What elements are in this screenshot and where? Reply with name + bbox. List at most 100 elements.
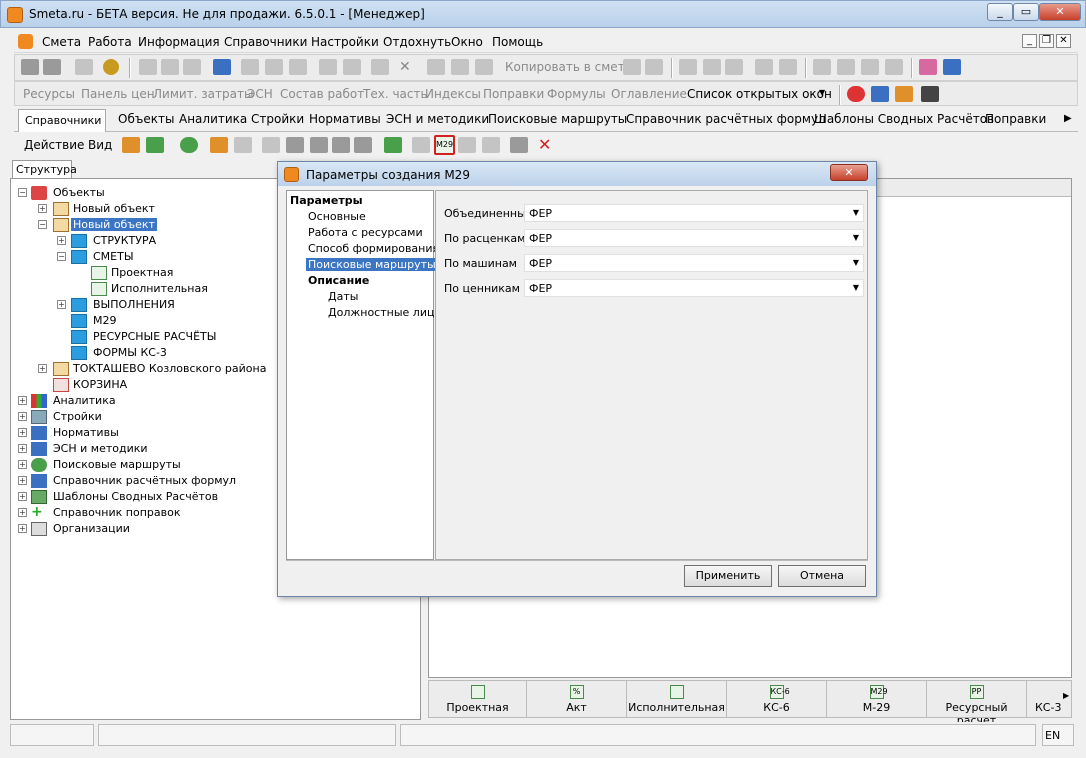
tree-item-esn[interactable]: ЭСН и методики (53, 442, 148, 455)
action-menu[interactable]: Действие (24, 138, 84, 152)
sort2-icon[interactable] (779, 59, 797, 75)
expand-toggle[interactable]: + (18, 460, 27, 469)
tree-item-rabota[interactable]: Работа с ресурсами (308, 226, 423, 239)
tab-stroyki[interactable]: Стройки (251, 112, 304, 126)
car-dark-icon[interactable] (921, 86, 939, 102)
expand-toggle[interactable]: + (18, 412, 27, 421)
menu-rabota[interactable]: Работа (88, 35, 132, 49)
tree-item-spravochnik-formul[interactable]: Справочник расчётных формул (53, 474, 236, 487)
m29-create-icon[interactable]: М29 (434, 135, 455, 155)
tree-item-proektnaya[interactable]: Проектная (111, 266, 173, 279)
add-icon[interactable] (475, 59, 493, 75)
block2-icon[interactable] (310, 137, 328, 153)
percent-icon[interactable] (412, 137, 430, 153)
btab-m29[interactable]: М29 М-29 (827, 681, 927, 717)
expand-toggle[interactable]: + (57, 300, 66, 309)
truck-icon[interactable] (343, 59, 361, 75)
tree-item-vypolneniya[interactable]: ВЫПОЛНЕНИЯ (93, 298, 175, 311)
minimize-button[interactable]: _ (987, 3, 1013, 21)
cancel-button[interactable]: Отмена (778, 565, 866, 587)
open-windows-dropdown[interactable]: Список открытых окон (687, 87, 832, 101)
menu-otdohnut[interactable]: Отдохнуть (383, 35, 451, 49)
tb-formuly[interactable]: Формулы (547, 87, 606, 101)
expand-toggle[interactable]: + (18, 428, 27, 437)
edit-icon[interactable] (371, 59, 389, 75)
menu-informaciya[interactable]: Информация (138, 35, 220, 49)
objects-icon[interactable] (234, 137, 252, 153)
menu-okno[interactable]: Окно (451, 35, 483, 49)
resource-icon[interactable] (679, 59, 697, 75)
save-all-icon[interactable] (161, 59, 179, 75)
tb-resursy[interactable]: Ресурсы (23, 87, 75, 101)
grid-icon[interactable] (703, 59, 721, 75)
new-act-icon[interactable] (384, 137, 402, 153)
machines-select[interactable]: ФЕР ▼ (524, 254, 864, 272)
tree-item-daty[interactable]: Даты (328, 290, 358, 303)
tb-tehchast[interactable]: Тех. часть (363, 87, 428, 101)
tab-spravochniki[interactable]: Справочники (18, 109, 106, 132)
calc-icon[interactable] (75, 59, 93, 75)
indent2-icon[interactable] (837, 59, 855, 75)
tree-item-resursnye[interactable]: РЕСУРСНЫЕ РАСЧЁТЫ (93, 330, 216, 343)
list-outdent-icon[interactable] (289, 59, 307, 75)
sort-icon[interactable] (755, 59, 773, 75)
undo-icon[interactable] (183, 59, 201, 75)
mdi-restore-button[interactable]: ❐ (1039, 34, 1054, 48)
menu-nastroyki[interactable]: Настройки (311, 35, 379, 49)
tb-indeksy[interactable]: Индексы (425, 87, 481, 101)
tree-item-poisk[interactable]: Поисковые маршруты (53, 458, 181, 471)
tree-item-ispolnitelnaya[interactable]: Исполнительная (111, 282, 208, 295)
view-menu[interactable]: Вид (88, 138, 112, 152)
tree-item-m29[interactable]: М29 (93, 314, 117, 327)
tree-item-stroyki[interactable]: Стройки (53, 410, 102, 423)
car-icon[interactable] (319, 59, 337, 75)
tree-item-formy[interactable]: ФОРМЫ КС-3 (93, 346, 167, 359)
expand-toggle[interactable]: + (18, 508, 27, 517)
block-icon[interactable] (286, 137, 304, 153)
language-indicator[interactable]: EN (1042, 724, 1074, 746)
tree-item-organizacii[interactable]: Организации (53, 522, 130, 535)
tree-item-smety[interactable]: СМЕТЫ (93, 250, 134, 263)
tab-normativy[interactable]: Нормативы (309, 112, 381, 126)
expand-toggle[interactable]: − (57, 252, 66, 261)
tree-item-popravki[interactable]: Справочник поправок (53, 506, 180, 519)
refresh-icon[interactable] (213, 59, 231, 75)
tree-item-object-selected[interactable]: Новый объект (71, 218, 157, 231)
ks3-icon[interactable] (482, 137, 500, 153)
tree-item-korzina[interactable]: КОРЗИНА (73, 378, 127, 391)
tree-item-analitika[interactable]: Аналитика (53, 394, 116, 407)
tab-obekty[interactable]: Объекты (118, 112, 174, 126)
book-icon[interactable] (919, 59, 937, 75)
tree-item-parametry[interactable]: Параметры (290, 194, 363, 207)
arrow-up-icon[interactable] (332, 137, 350, 153)
apply-button[interactable]: Применить (684, 565, 772, 587)
tb-oglavlenie[interactable]: Оглавление (611, 87, 687, 101)
tree-item-objects[interactable]: Объекты (53, 186, 105, 199)
rates-select[interactable]: ФЕР ▼ (524, 229, 864, 247)
expand-toggle[interactable]: − (18, 188, 27, 197)
tab-shablony[interactable]: Шаблоны Сводных Расчётов (814, 112, 994, 126)
btab-proektnaya[interactable]: Проектная (429, 681, 527, 717)
hammer-icon[interactable] (847, 86, 865, 102)
tab-esn[interactable]: ЭСН и методики (386, 112, 489, 126)
search-icon[interactable] (103, 59, 119, 75)
resource-calc-icon[interactable] (458, 137, 476, 153)
folder-up-icon[interactable] (122, 137, 140, 153)
tree-item-opisanie[interactable]: Описание (308, 274, 369, 287)
mdi-close-button[interactable]: ✕ (1056, 34, 1071, 48)
tab-poisk[interactable]: Поисковые маршруты (488, 112, 627, 126)
list-indent-icon[interactable] (265, 59, 283, 75)
tree-item-toktashevo[interactable]: ТОКТАШЕВО Козловского района (73, 362, 266, 375)
tree-item-object[interactable]: Новый объект (73, 202, 155, 215)
sync-icon[interactable] (180, 137, 198, 153)
copy-to-smeta-button[interactable]: Копировать в смету (505, 60, 632, 74)
indent3-icon[interactable] (861, 59, 879, 75)
menu-app-icon[interactable] (18, 34, 33, 49)
tree-item-sposob[interactable]: Способ формирования (308, 242, 439, 255)
insert2-icon[interactable] (451, 59, 469, 75)
close-button[interactable]: ✕ (1039, 3, 1081, 21)
tb-popravki[interactable]: Поправки (483, 87, 544, 101)
tb-limit[interactable]: Лимит. затраты (153, 87, 253, 101)
insert-icon[interactable] (427, 59, 445, 75)
dialog-close-button[interactable]: ✕ (830, 164, 868, 181)
